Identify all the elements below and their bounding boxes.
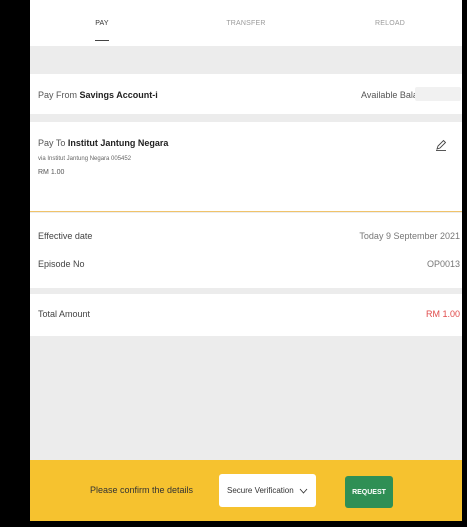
episode-no-label: Episode No	[38, 259, 85, 269]
pay-to-payee: Institut Jantung Negara	[67, 138, 169, 148]
pay-from-prefix: Pay From	[38, 90, 80, 100]
tab-pay[interactable]: PAY	[30, 0, 174, 46]
total-amount-value: RM 1.00	[425, 309, 460, 319]
confirm-message: Please confirm the details	[90, 485, 194, 495]
tab-reload[interactable]: RELOAD	[318, 0, 462, 46]
verification-select[interactable]: Secure Verification	[219, 474, 316, 507]
effective-date-value: Today 9 September 2021	[359, 231, 460, 241]
total-amount-label: Total Amount	[38, 309, 91, 319]
details-card: Effective date Today 9 September 2021 Ep…	[30, 213, 462, 288]
pay-to-via: via Institut Jantung Negara 005452	[38, 156, 132, 162]
pay-to-prefix: Pay To	[38, 138, 68, 148]
pay-from-account: Savings Account-i	[79, 90, 158, 100]
tab-transfer[interactable]: TRANSFER	[174, 0, 318, 46]
pencil-icon[interactable]	[434, 138, 448, 152]
confirm-footer: Please confirm the details Secure Verifi…	[30, 460, 462, 521]
effective-date-label: Effective date	[38, 231, 93, 241]
pay-to-label: Pay To Institut Jantung Negara	[38, 138, 168, 148]
payment-screen: PAY TRANSFER RELOAD Pay From Savings Acc…	[30, 0, 462, 521]
pay-from-label: Pay From Savings Account-i	[38, 90, 158, 100]
tab-bar: PAY TRANSFER RELOAD	[30, 0, 462, 46]
request-button[interactable]: REQUEST	[345, 476, 393, 508]
available-balance-value	[415, 87, 461, 101]
total-card: Total Amount RM 1.00	[30, 294, 462, 336]
pay-to-card: Pay To Institut Jantung Negara via Insti…	[30, 122, 462, 212]
verification-selected-value: Secure Verification	[227, 486, 294, 495]
tab-reload-label: RELOAD	[375, 20, 405, 27]
chevron-down-icon	[299, 488, 308, 494]
episode-no-value: OP0013	[426, 259, 460, 269]
pay-to-amount: RM 1.00	[38, 169, 65, 176]
tab-pay-label: PAY	[95, 20, 109, 27]
outer-frame: PAY TRANSFER RELOAD Pay From Savings Acc…	[0, 0, 467, 527]
pay-from-card[interactable]: Pay From Savings Account-i Available Bal…	[30, 74, 462, 114]
tab-transfer-label: TRANSFER	[226, 20, 266, 27]
